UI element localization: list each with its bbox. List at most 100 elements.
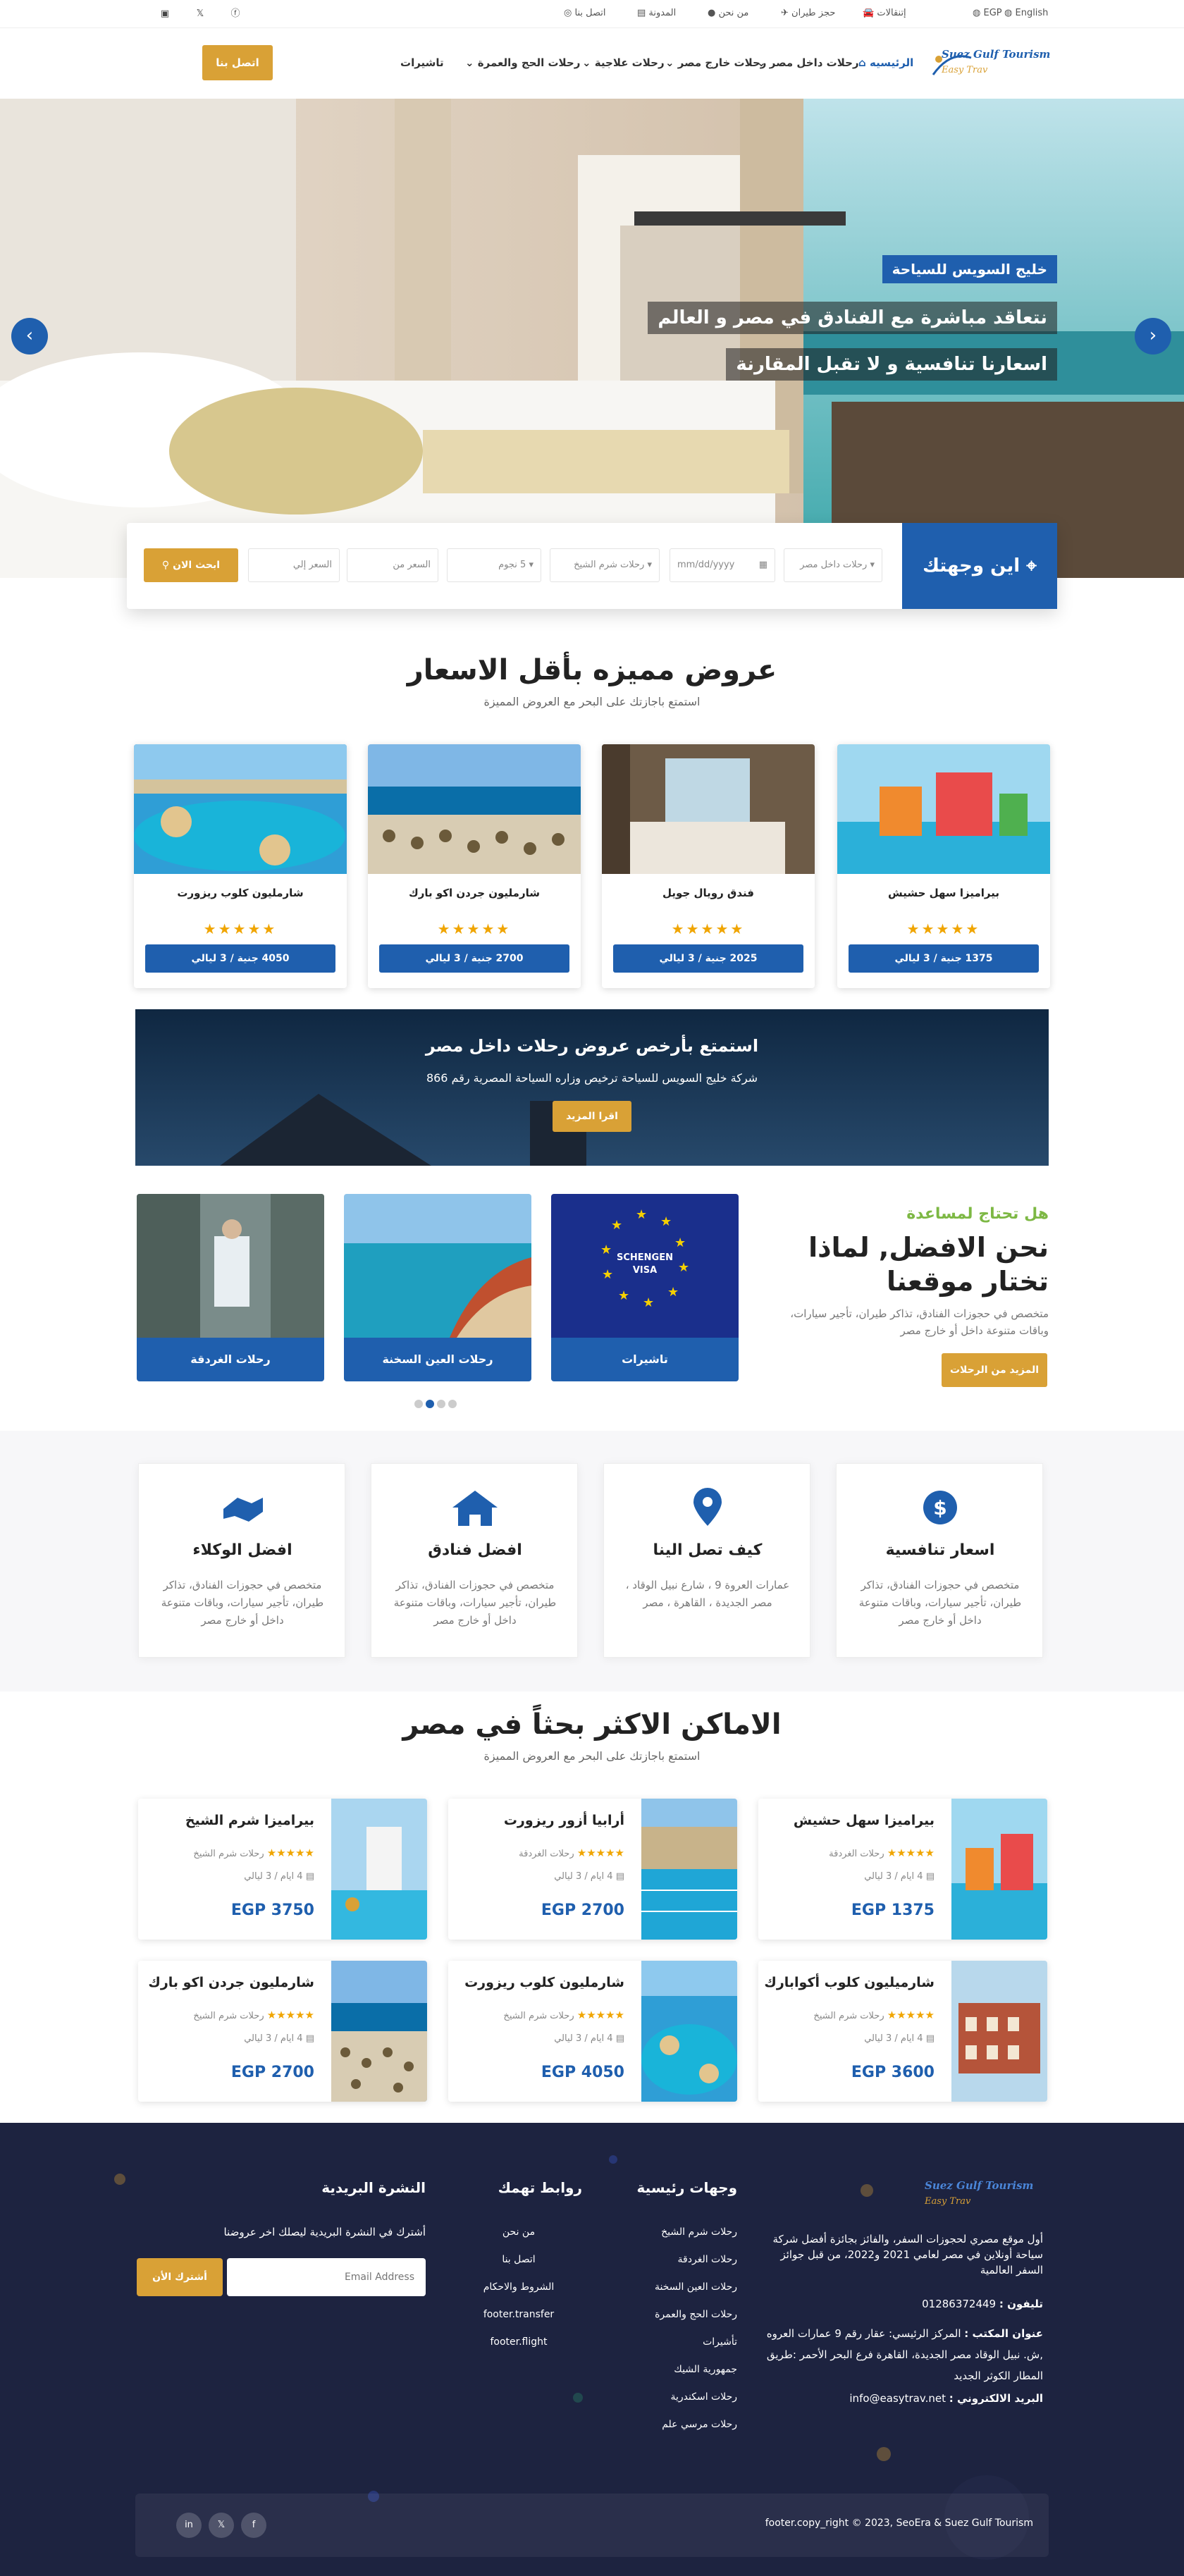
place-name: بيراميزا سهل حشيش — [793, 1813, 935, 1828]
destination-card[interactable]: رحلات العين السخنة — [344, 1194, 531, 1381]
price-from-input[interactable]: السعر من — [347, 548, 438, 582]
svg-text:★: ★ — [636, 1207, 647, 1222]
place-price: EGP 1375 — [851, 1902, 935, 1919]
date-input[interactable]: mm/dd/yyyy ▦ — [670, 548, 775, 582]
currency-selector[interactable]: ◍ EGP — [973, 8, 1002, 18]
nav-item-medical[interactable]: ⌄ رحلات علاجية — [582, 56, 665, 69]
footer-link[interactable]: اتصل بنا — [455, 2246, 582, 2274]
offer-name: بيراميزا سهل حشيش — [888, 887, 999, 899]
place-name: شارميليون كلوب أكوابارك — [764, 1975, 935, 1990]
nav-item-domestic[interactable]: ⌄ رحلات داخل مصر — [757, 56, 859, 69]
topbar-link-about[interactable]: ● من نحن — [708, 8, 748, 18]
topbar-link-contact[interactable]: ◎ اتصل بنا — [564, 8, 605, 18]
footer-link[interactable]: رحلات الغردقة — [596, 2246, 737, 2274]
places-title: الاماكن الاكثر بحثاً في مصر — [402, 1708, 782, 1741]
footer-link[interactable]: رحلات مرسي علم — [596, 2411, 737, 2439]
carousel-dot-active[interactable] — [426, 1400, 434, 1408]
offer-price-button[interactable]: 2025 جنية / 3 ليالي — [613, 944, 803, 973]
place-price: EGP 3750 — [230, 1902, 314, 1919]
place-location: رحلات شرم الشيخ — [813, 2011, 884, 2021]
footer-quick-links-list: من نحن اتصل بنا الشروط والاحكام footer.t… — [455, 2219, 582, 2356]
facebook-icon[interactable]: f — [241, 2513, 266, 2538]
topbar-link-blog[interactable]: ▤ المدونة — [637, 8, 676, 18]
offer-price-button[interactable]: 2700 جنية / 3 ليالي — [379, 944, 569, 973]
place-card[interactable]: أرابيا أزور ريزورت ★★★★★ رحلات الغردقة ▤… — [448, 1799, 737, 1940]
topbar-link-transfers[interactable]: 🚘 إتنقالات — [863, 8, 906, 18]
hero-next-button[interactable]: › — [1135, 318, 1171, 355]
place-card[interactable]: بيراميزا شرم الشيخ ★★★★★ رحلات شرم الشيخ… — [138, 1799, 427, 1940]
banner-background — [135, 1009, 1049, 1166]
nav-item-home[interactable]: ⌂ الرئيسيه — [858, 56, 913, 69]
more-trips-button[interactable]: المزيد من الرحلات — [942, 1353, 1047, 1387]
offer-card[interactable]: بيراميزا سهل حشيش ★★★★★ 1375 جنية / 3 لي… — [837, 744, 1050, 988]
footer-link[interactable]: رحلات الحج والعمرة — [596, 2301, 737, 2329]
footer-link[interactable]: footer.flight — [455, 2329, 582, 2356]
twitter-icon[interactable]: 𝕏 — [190, 4, 210, 24]
place-location: رحلات شرم الشيخ — [193, 2011, 264, 2021]
footer-link[interactable]: تأشيرات — [596, 2329, 737, 2356]
destination-select[interactable]: ▾ رحلات شرم الشيخ — [550, 548, 660, 582]
offer-price-button[interactable]: 1375 جنية / 3 ليالي — [849, 944, 1039, 973]
stars-select[interactable]: ▾ 5 نجوم — [447, 548, 541, 582]
carousel-dot[interactable] — [414, 1400, 423, 1408]
nav-item-abroad[interactable]: ⌄ رحلات خارج مصر — [665, 56, 766, 69]
footer-link[interactable]: الشروط والاحكام — [455, 2274, 582, 2301]
destination-card[interactable]: ★ ★ ★ ★ ★ ★ ★ ★ ★ ★ SCHENGEN VISA تاشيرات — [551, 1194, 739, 1381]
place-card[interactable]: شارمليون جردن اكو بارك ★★★★★ رحلات شرم ا… — [138, 1961, 427, 2102]
footer-link[interactable]: رحلات شرم الشيخ — [596, 2219, 737, 2246]
banner-title: استمتع بأرخص عروض رحلات داخل مصر — [425, 1036, 759, 1056]
destination-image — [344, 1194, 531, 1338]
footer-link[interactable]: رحلات العين السخنة — [596, 2274, 737, 2301]
offer-card[interactable]: شارمليون كلوب ريزورت ★★★★★ 4050 جنية / 3… — [134, 744, 347, 988]
place-card[interactable]: شارميليون كلوب أكوابارك ★★★★★ رحلات شرم … — [758, 1961, 1047, 2102]
map-pin-icon — [693, 1488, 722, 1526]
facebook-icon[interactable]: ⓕ — [226, 4, 245, 24]
carousel-dot[interactable] — [448, 1400, 457, 1408]
footer-destinations-title: وجهات رئيسية — [636, 2179, 737, 2196]
linkedin-icon[interactable]: in — [176, 2513, 202, 2538]
hero-line-2: اسعارنا تنافسية و لا تقبل المقارنة — [726, 348, 1057, 381]
footer-logo-tagline: Easy Trav — [925, 2196, 971, 2207]
destination-card[interactable]: رحلات الغردقة — [137, 1194, 324, 1381]
youtube-icon[interactable]: ▣ — [155, 4, 175, 24]
topbar-link-flights[interactable]: ✈ حجز طيران — [781, 8, 835, 18]
newsletter-subscribe-button[interactable]: أشترك الأن — [137, 2258, 223, 2296]
footer-link[interactable]: جمهورية الشيك — [596, 2356, 737, 2384]
place-price: EGP 2700 — [541, 1902, 624, 1919]
offer-card[interactable]: شارمليون جردن اكو بارك ★★★★★ 2700 جنية /… — [368, 744, 581, 988]
banner-read-more-button[interactable]: اقرا المزيد — [553, 1101, 631, 1132]
price-to-input[interactable]: السعر إلي — [248, 548, 340, 582]
feature-card: كيف تصل الينا عمارات العروة 9 ، شارع نبي… — [603, 1463, 810, 1658]
place-location: رحلات الغردقة — [519, 1849, 574, 1859]
trip-type-select[interactable]: ▾ رحلات داخل مصر — [784, 548, 882, 582]
nav-item-hajj[interactable]: ⌄ رحلات الحج والعمرة — [465, 56, 580, 69]
nav-item-visas[interactable]: تاشيرات — [400, 56, 444, 69]
place-stars: ★★★★★ — [266, 2009, 314, 2021]
contact-button[interactable]: اتصل بنا — [202, 45, 273, 80]
hero-prev-button[interactable]: ‹ — [11, 318, 48, 355]
place-image — [951, 1961, 1047, 2102]
site-logo[interactable]: Suez Gulf Tourism Easy Trav — [929, 44, 1050, 82]
twitter-icon[interactable]: 𝕏 — [209, 2513, 234, 2538]
search-button[interactable]: ⚲ ابحث الان — [144, 548, 238, 582]
footer-office: عنوان المكتب : المركز الرئيسي: عقار رقم … — [766, 2327, 1043, 2382]
place-card[interactable]: بيراميزا سهل حشيش ★★★★★ رحلات الغردقة ▤ … — [758, 1799, 1047, 1940]
footer-link[interactable]: footer.transfer — [455, 2301, 582, 2329]
footer-link[interactable]: رحلات اسكندرية — [596, 2384, 738, 2411]
offer-price-button[interactable]: 4050 جنية / 3 ليالي — [145, 944, 335, 973]
footer-link[interactable]: من نحن — [455, 2219, 582, 2246]
newsletter-email-input[interactable] — [227, 2258, 426, 2296]
feature-text: متخصص في حجوزات الفنادق، تذاكر طيران، تأ… — [393, 1579, 557, 1627]
feature-card: افضل الوكلاء متخصص في حجوزات الفنادق، تذ… — [138, 1463, 345, 1658]
handshake-icon — [223, 1498, 263, 1522]
footer-bottom-bar: footer.copy_right © 2023, SeoEra & Suez … — [135, 2494, 1049, 2557]
place-image — [641, 1799, 737, 1940]
carousel-dot[interactable] — [437, 1400, 445, 1408]
place-image — [641, 1961, 737, 2102]
offer-image — [837, 744, 1050, 874]
place-image — [951, 1799, 1047, 1940]
main-navigation: Suez Gulf Tourism Easy Trav ⌂ الرئيسيه ⌄… — [0, 28, 1184, 99]
offer-card[interactable]: فندق رويال جويل ★★★★★ 2025 جنية / 3 ليال… — [602, 744, 815, 988]
place-card[interactable]: شارمليون كلوب ريزورت ★★★★★ رحلات شرم الش… — [448, 1961, 737, 2102]
language-selector[interactable]: ◍ English — [1004, 8, 1048, 18]
